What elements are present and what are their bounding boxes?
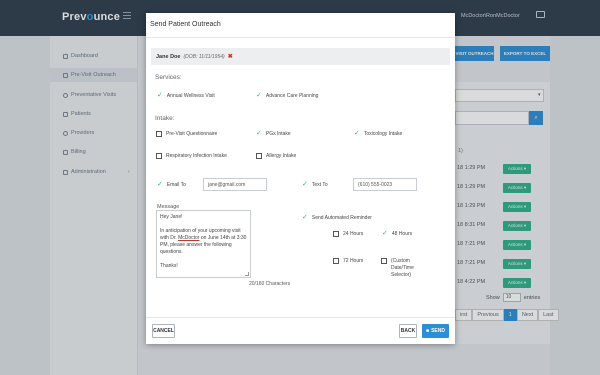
reminder-48-hours[interactable]: ✓ 48 Hours: [382, 230, 412, 237]
email-to-option[interactable]: ✓ Email To: [157, 181, 186, 188]
reminder-72-hours[interactable]: 72 Hours: [333, 258, 363, 264]
email-field[interactable]: jane@gmail.com: [203, 178, 267, 191]
cancel-button[interactable]: CANCEL: [152, 324, 175, 338]
checkmark-icon: ✓: [157, 92, 163, 99]
intake-pgx[interactable]: ✓ PGx Intake: [256, 130, 291, 137]
checkbox-unchecked[interactable]: [156, 131, 162, 137]
checkmark-icon: ✓: [256, 92, 262, 99]
checkbox-unchecked[interactable]: [333, 258, 339, 264]
intake-heading: Intake:: [155, 115, 175, 122]
divider: [146, 317, 455, 318]
checkmark-icon: ✓: [302, 214, 308, 221]
checkmark-icon: ✓: [382, 230, 388, 237]
checkmark-icon: ✓: [302, 181, 308, 188]
intake-allergy[interactable]: Allergy Intake: [256, 153, 296, 159]
send-patient-outreach-modal: Send Patient Outreach Jane Doe (DOB: 11/…: [146, 13, 455, 344]
patient-name: Jane Doe: [156, 53, 181, 60]
send-automated-reminder-option[interactable]: ✓ Send Automated Reminder: [302, 214, 372, 221]
checkmark-icon: ✓: [157, 181, 163, 188]
modal-title: Send Patient Outreach: [150, 21, 221, 28]
services-heading: Services:: [155, 74, 182, 81]
send-button[interactable]: ■ SEND: [422, 324, 449, 338]
phone-field[interactable]: (610) 555-0023: [353, 178, 417, 191]
character-count: 20/160 Characters: [249, 281, 291, 287]
checkbox-unchecked[interactable]: [156, 153, 162, 159]
resize-handle[interactable]: [245, 272, 249, 276]
checkmark-icon: ✓: [354, 130, 360, 137]
text-to-option[interactable]: ✓ Text To: [302, 181, 328, 188]
intake-pre-visit-questionnaire[interactable]: Pre-Visit Questionnaire: [156, 131, 217, 137]
remove-patient-icon[interactable]: ✖: [228, 53, 233, 60]
intake-respiratory-infection[interactable]: Respiratory Infection Intake: [156, 153, 227, 159]
checkbox-unchecked[interactable]: [333, 231, 339, 237]
patient-dob: (DOB: 11/11/1954): [183, 53, 225, 60]
reminder-custom-date-time[interactable]: (Custom Date/Time Selector): [381, 258, 433, 279]
service-advance-care-planning[interactable]: ✓ Advance Care Planning: [256, 92, 318, 99]
service-annual-wellness-visit[interactable]: ✓ Annual Wellness Visit: [157, 92, 215, 99]
patient-bar: Jane Doe (DOB: 11/11/1954) ✖: [151, 48, 450, 65]
intake-toxicology[interactable]: ✓ Toxicology Intake: [354, 130, 402, 137]
checkbox-unchecked[interactable]: [381, 258, 387, 264]
checkmark-icon: ✓: [256, 130, 262, 137]
checkbox-unchecked[interactable]: [256, 153, 262, 159]
reminder-24-hours[interactable]: 24 Hours: [333, 231, 363, 237]
message-textarea[interactable]: Hey Jane! In anticipation of your upcomi…: [156, 210, 251, 278]
send-icon: ■: [426, 328, 430, 334]
back-button[interactable]: BACK: [399, 324, 417, 338]
divider: [146, 37, 455, 38]
